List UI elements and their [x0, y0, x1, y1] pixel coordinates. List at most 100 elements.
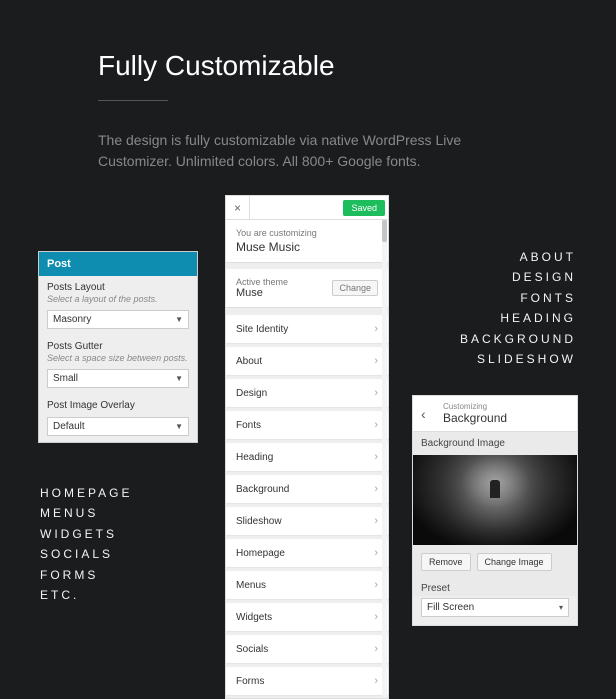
post-overlay-value: Default: [53, 421, 85, 432]
section-label: Heading: [236, 452, 273, 463]
feature-item: SLIDESHOW: [460, 349, 576, 369]
remove-button[interactable]: Remove: [421, 553, 471, 571]
posts-gutter-section: Posts Gutter Select a space size between…: [39, 335, 197, 365]
section-label: Forms: [236, 676, 264, 687]
chevron-right-icon: ›: [374, 323, 378, 335]
posts-layout-label: Posts Layout: [47, 282, 189, 293]
post-overlay-select[interactable]: Default ▼: [47, 417, 189, 436]
features-right: ABOUTDESIGNFONTSHEADINGBACKGROUNDSLIDESH…: [460, 247, 576, 369]
feature-item: FONTS: [460, 288, 576, 308]
customizing-header: You are customizing Muse Music: [226, 220, 388, 263]
background-image-label: Background Image: [413, 432, 577, 455]
customizer-section-item[interactable]: Site Identity ›: [226, 314, 388, 344]
chevron-right-icon: ›: [374, 451, 378, 463]
back-button[interactable]: ‹: [421, 406, 435, 422]
customizer-section-item[interactable]: Background ›: [226, 474, 388, 504]
customizer-section-item[interactable]: Fonts ›: [226, 410, 388, 440]
page-title: Fully Customizable: [98, 50, 335, 82]
chevron-right-icon: ›: [374, 387, 378, 399]
posts-gutter-value: Small: [53, 373, 78, 384]
scrollbar-thumb[interactable]: [382, 220, 387, 242]
posts-layout-section: Posts Layout Select a layout of the post…: [39, 276, 197, 306]
page-subtitle: The design is fully customizable via nat…: [98, 130, 538, 172]
background-panel-header: ‹ Customizing Background: [413, 396, 577, 432]
customizer-section-item[interactable]: Widgets ›: [226, 602, 388, 632]
preset-select[interactable]: Fill Screen ▾: [421, 598, 569, 617]
posts-layout-desc: Select a layout of the posts.: [47, 294, 189, 304]
change-image-button[interactable]: Change Image: [477, 553, 552, 571]
feature-item: MENUS: [40, 503, 132, 523]
section-label: About: [236, 356, 262, 367]
caret-down-icon: ▼: [175, 422, 183, 431]
customizer-section-item[interactable]: Heading ›: [226, 442, 388, 472]
feature-item: BACKGROUND: [460, 329, 576, 349]
saved-button[interactable]: Saved: [343, 200, 385, 216]
section-label: Design: [236, 388, 267, 399]
section-label: Widgets: [236, 612, 272, 623]
customizer-section-item[interactable]: Homepage ›: [226, 538, 388, 568]
chevron-right-icon: ›: [374, 515, 378, 527]
preset-value: Fill Screen: [427, 602, 474, 613]
customizer-section-item[interactable]: Menus ›: [226, 570, 388, 600]
caret-down-icon: ▼: [175, 374, 183, 383]
background-panel: ‹ Customizing Background Background Imag…: [412, 395, 578, 626]
posts-gutter-select[interactable]: Small ▼: [47, 369, 189, 388]
section-label: Menus: [236, 580, 266, 591]
customizer-panel: × Saved You are customizing Muse Music A…: [225, 195, 389, 699]
section-label: Site Identity: [236, 324, 288, 335]
preset-label: Preset: [413, 579, 577, 596]
caret-down-icon: ▼: [175, 315, 183, 324]
change-theme-button[interactable]: Change: [332, 280, 378, 296]
posts-gutter-label: Posts Gutter: [47, 341, 189, 352]
section-label: Fonts: [236, 420, 261, 431]
feature-item: ETC.: [40, 585, 132, 605]
background-title: Background: [443, 411, 507, 425]
chevron-right-icon: ›: [374, 611, 378, 623]
chevron-right-icon: ›: [374, 547, 378, 559]
background-image-preview[interactable]: [413, 455, 577, 545]
chevron-right-icon: ›: [374, 483, 378, 495]
customizer-section-list: Site Identity›About›Design›Fonts›Heading…: [226, 314, 388, 696]
customizer-section-item[interactable]: Design ›: [226, 378, 388, 408]
chevron-right-icon: ›: [374, 419, 378, 431]
chevron-right-icon: ›: [374, 675, 378, 687]
feature-item: SOCIALS: [40, 544, 132, 564]
you-are-customizing-label: You are customizing: [236, 228, 378, 238]
feature-item: HEADING: [460, 308, 576, 328]
theme-name: Muse: [236, 287, 288, 299]
post-overlay-label: Post Image Overlay: [47, 400, 189, 411]
feature-item: HOMEPAGE: [40, 483, 132, 503]
active-theme-label: Active theme: [236, 277, 288, 287]
features-left: HOMEPAGEMENUSWIDGETSSOCIALSFORMSETC.: [40, 483, 132, 605]
chevron-right-icon: ›: [374, 643, 378, 655]
caret-down-icon: ▾: [559, 603, 563, 612]
customizer-section-item[interactable]: Socials ›: [226, 634, 388, 664]
feature-item: WIDGETS: [40, 524, 132, 544]
site-title: Muse Music: [236, 240, 378, 254]
section-label: Background: [236, 484, 289, 495]
posts-gutter-desc: Select a space size between posts.: [47, 353, 189, 363]
customizer-section-item[interactable]: Forms ›: [226, 666, 388, 696]
posts-layout-select[interactable]: Masonry ▼: [47, 310, 189, 329]
posts-layout-value: Masonry: [53, 314, 91, 325]
chevron-right-icon: ›: [374, 355, 378, 367]
background-buttons: Remove Change Image: [413, 545, 577, 579]
customizer-topbar: × Saved: [226, 196, 388, 220]
post-settings-panel: Post Posts Layout Select a layout of the…: [38, 251, 198, 443]
scrollbar[interactable]: [382, 220, 387, 697]
divider: [98, 100, 168, 101]
customizing-label: Customizing: [443, 402, 507, 411]
post-panel-title: Post: [39, 252, 197, 276]
close-button[interactable]: ×: [226, 196, 250, 220]
active-theme-row: Active theme Muse Change: [226, 269, 388, 308]
section-label: Slideshow: [236, 516, 282, 527]
customizer-section-item[interactable]: Slideshow ›: [226, 506, 388, 536]
feature-item: DESIGN: [460, 267, 576, 287]
chevron-right-icon: ›: [374, 579, 378, 591]
post-overlay-section: Post Image Overlay: [39, 394, 197, 413]
customizer-section-item[interactable]: About ›: [226, 346, 388, 376]
feature-item: FORMS: [40, 565, 132, 585]
section-label: Socials: [236, 644, 268, 655]
section-label: Homepage: [236, 548, 285, 559]
feature-item: ABOUT: [460, 247, 576, 267]
